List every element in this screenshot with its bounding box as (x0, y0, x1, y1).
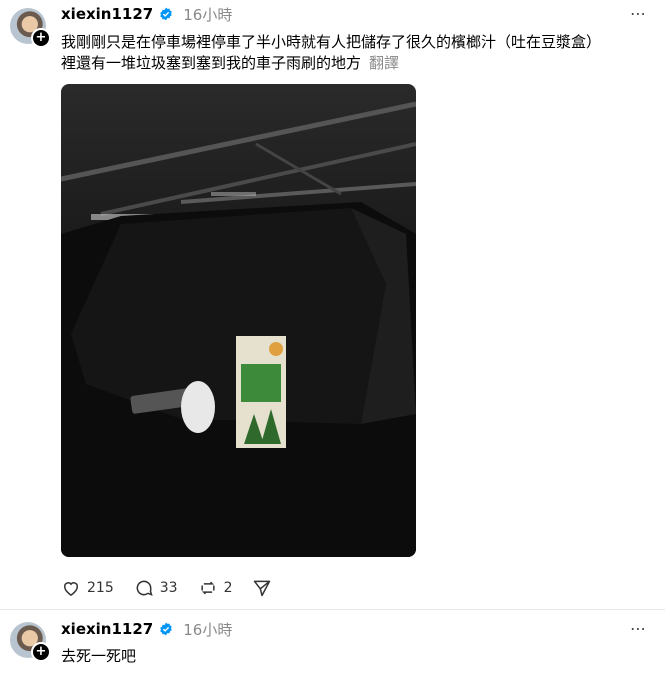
post-text-line: 裡還有一堆垃圾塞到塞到我的車子雨刷的地方 翻譯 (61, 53, 601, 74)
verified-badge-icon (160, 622, 173, 636)
ceiling-pipe (255, 142, 342, 196)
post-text-line-2: 裡還有一堆垃圾塞到塞到我的車子雨刷的地方 (61, 54, 362, 72)
post-reply: + xiexin1127 16小時 ⋯ 去死一死吧 (0, 610, 665, 673)
username[interactable]: xiexin1127 (61, 620, 153, 638)
more-options-icon[interactable]: ⋯ (630, 619, 647, 638)
heart-icon (64, 582, 78, 596)
carton-label (241, 364, 281, 402)
ceiling-light (211, 192, 256, 196)
carton-sun (269, 342, 283, 356)
post-photo[interactable] (61, 84, 416, 557)
post-main: + xiexin1127 16小時 ⋯ 我剛剛只是在停車場裡停車了半小時就有人把… (0, 0, 665, 610)
ceiling-pipe (100, 142, 416, 216)
like-count: 215 (87, 580, 114, 596)
post-header: xiexin1127 16小時 (61, 4, 232, 24)
post-text-line: 我剛剛只是在停車場裡停車了半小時就有人把儲存了很久的檳榔汁（吐在豆漿盒） (61, 33, 602, 51)
comment-count: 33 (159, 580, 178, 596)
comment-button[interactable]: 33 (134, 578, 178, 598)
avatar[interactable]: + (10, 8, 51, 48)
follow-plus-icon[interactable]: + (31, 28, 51, 48)
repost-button[interactable]: 2 (198, 578, 233, 598)
repost-icon (200, 581, 215, 595)
coffee-cup-lid (181, 381, 215, 433)
follow-plus-icon[interactable]: + (31, 642, 51, 662)
more-options-icon[interactable]: ⋯ (630, 4, 647, 23)
repost-count: 2 (223, 580, 233, 596)
post-actions: 215 33 2 (61, 577, 292, 599)
verified-badge-icon (160, 7, 173, 21)
post-header: xiexin1127 16小時 (61, 619, 232, 639)
post-time[interactable]: 16小時 (183, 619, 232, 640)
avatar[interactable]: + (10, 622, 51, 662)
share-button[interactable] (252, 578, 272, 598)
share-send-icon (254, 580, 271, 597)
photo-illustration (61, 101, 416, 557)
post-text: 去死一死吧 (61, 647, 137, 665)
windshield (71, 208, 386, 424)
translate-link[interactable]: 翻譯 (369, 54, 399, 72)
comment-icon (136, 580, 153, 596)
like-button[interactable]: 215 (61, 578, 114, 598)
post-text: 我剛剛只是在停車場裡停車了半小時就有人把儲存了很久的檳榔汁（吐在豆漿盒） 裡還有… (61, 32, 601, 74)
username[interactable]: xiexin1127 (61, 5, 153, 23)
post-time[interactable]: 16小時 (183, 4, 232, 25)
ceiling-pipe (61, 101, 416, 182)
